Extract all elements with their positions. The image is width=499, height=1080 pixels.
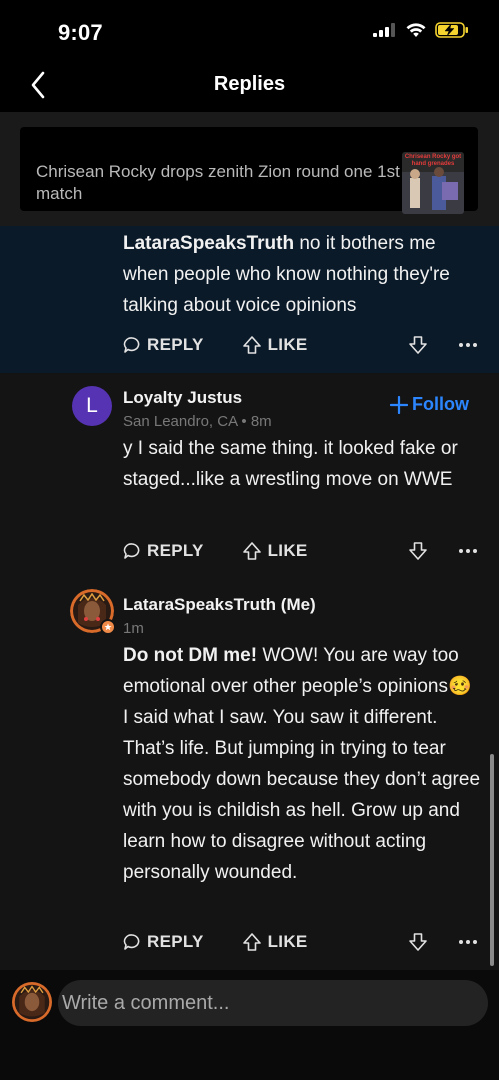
reply-label: REPLY — [147, 335, 204, 354]
thumbnail-caption: Chrisean Rocky got hand grenades — [404, 154, 462, 167]
comment-actions: REPLY LIKE — [123, 538, 478, 564]
article-title: Chrisean Rocky drops zenith Zion round o… — [36, 162, 400, 203]
like-button[interactable]: LIKE — [242, 541, 308, 561]
reply-label: REPLY — [147, 541, 204, 560]
dislike-button[interactable] — [408, 932, 428, 952]
arrow-up-icon — [242, 336, 261, 354]
reply-button[interactable]: REPLY — [123, 335, 204, 355]
dislike-button[interactable] — [408, 541, 428, 561]
page-title: Replies — [213, 73, 286, 95]
scrollbar[interactable] — [490, 754, 494, 966]
wifi-icon — [406, 22, 426, 43]
arrow-up-icon — [242, 933, 261, 951]
woozy-face-emoji: 🥴 — [447, 676, 472, 697]
highlighted-comment: LataraSpeaksTruth no it bothers me when … — [0, 226, 499, 373]
speech-bubble-icon — [123, 934, 140, 950]
more-horizontal-icon — [459, 549, 477, 553]
comment-item: L Loyalty Justus San Leandro, CA • 8m Fo… — [0, 373, 499, 589]
comment-input[interactable]: Write a comment... — [58, 980, 488, 1026]
follow-button[interactable]: Follow — [390, 394, 469, 415]
comment-text: LataraSpeaksTruth no it bothers me when … — [123, 228, 481, 321]
article-card[interactable]: Chrisean Rocky drops zenith Zion round o… — [20, 127, 478, 214]
like-button[interactable]: LIKE — [242, 335, 308, 355]
verified-badge-icon — [100, 619, 116, 635]
arrow-down-icon — [409, 933, 427, 951]
nav-bar: Replies — [0, 62, 499, 112]
reply-button[interactable]: REPLY — [123, 932, 204, 952]
comment-item: LataraSpeaksTruth (Me) 1m Do not DM me! … — [0, 589, 499, 970]
comment-actions: REPLY LIKE — [123, 929, 478, 955]
like-label: LIKE — [267, 335, 308, 354]
like-button[interactable]: LIKE — [242, 932, 308, 952]
my-avatar — [12, 982, 52, 1022]
comment-author[interactable]: Loyalty Justus — [123, 388, 242, 408]
article-area: Chrisean Rocky drops zenith Zion round o… — [0, 113, 499, 226]
cellular-signal-icon — [373, 23, 397, 42]
avatar[interactable]: L — [72, 386, 112, 426]
speech-bubble-icon — [123, 543, 140, 559]
follow-label: Follow — [412, 394, 469, 414]
comment-meta: San Leandro, CA • 8m — [123, 413, 272, 430]
speech-bubble-icon — [123, 337, 140, 353]
comment-composer: Write a comment... — [0, 970, 499, 1080]
comment-actions: REPLY LIKE — [123, 332, 478, 358]
like-label: LIKE — [267, 541, 308, 560]
plus-icon — [390, 395, 408, 414]
arrow-up-icon — [242, 542, 261, 560]
arrow-down-icon — [409, 542, 427, 560]
arrow-down-icon — [409, 336, 427, 354]
status-icons — [373, 22, 469, 43]
bold-prefix: Do not DM me! — [123, 645, 258, 666]
more-options-button[interactable] — [458, 548, 478, 554]
reply-label: REPLY — [147, 932, 204, 951]
like-label: LIKE — [267, 932, 308, 951]
status-time: 9:07 — [58, 20, 103, 45]
more-options-button[interactable] — [458, 939, 478, 945]
more-options-button[interactable] — [458, 342, 478, 348]
mention[interactable]: LataraSpeaksTruth — [123, 233, 294, 254]
status-bar: 9:07 — [0, 0, 499, 62]
comment-input-placeholder: Write a comment... — [62, 991, 230, 1014]
battery-charging-icon — [435, 22, 469, 43]
comment-author[interactable]: LataraSpeaksTruth (Me) — [123, 595, 316, 615]
article-thumbnail: Chrisean Rocky got hand grenades — [402, 152, 464, 214]
dislike-button[interactable] — [408, 335, 428, 355]
comment-text: y I said the same thing. it looked fake … — [123, 438, 458, 490]
reply-button[interactable]: REPLY — [123, 541, 204, 561]
more-horizontal-icon — [459, 343, 477, 347]
comment-meta: 1m — [123, 620, 144, 637]
more-horizontal-icon — [459, 940, 477, 944]
comment-body-part2: I said what I saw. You saw it different.… — [123, 707, 481, 883]
comment-text: Do not DM me! WOW! You are way too emoti… — [123, 640, 481, 888]
